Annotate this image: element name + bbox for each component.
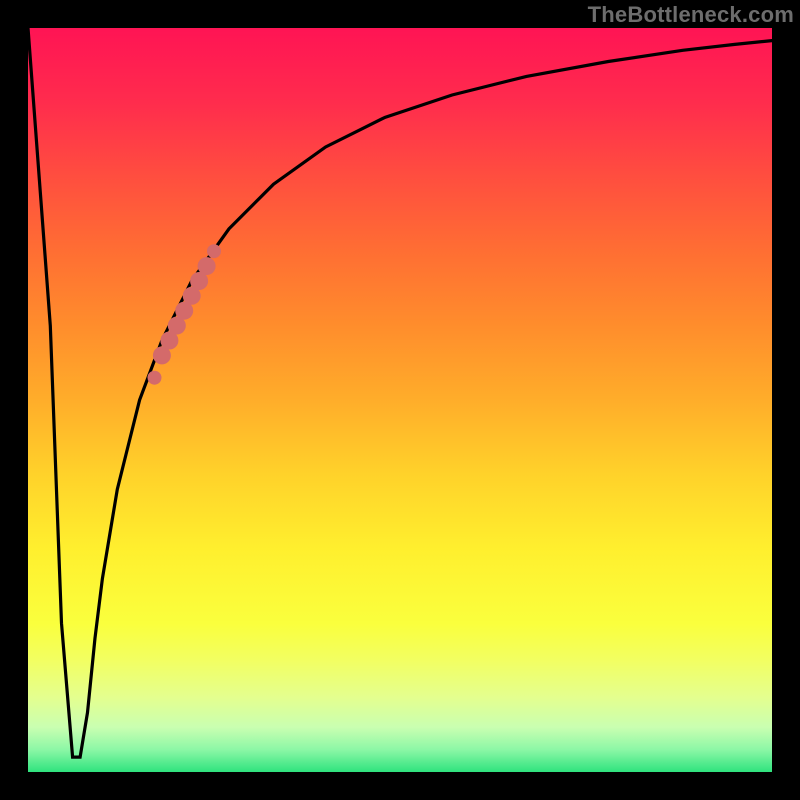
chart-svg	[28, 28, 772, 772]
chart-plot-area	[28, 28, 772, 772]
highlight-dot	[198, 257, 216, 275]
chart-frame: TheBottleneck.com	[0, 0, 800, 800]
highlight-dot	[207, 244, 221, 258]
bottleneck-curve	[28, 28, 772, 757]
highlight-dot	[148, 371, 162, 385]
watermark-text: TheBottleneck.com	[588, 2, 794, 28]
highlight-segment	[148, 244, 222, 385]
